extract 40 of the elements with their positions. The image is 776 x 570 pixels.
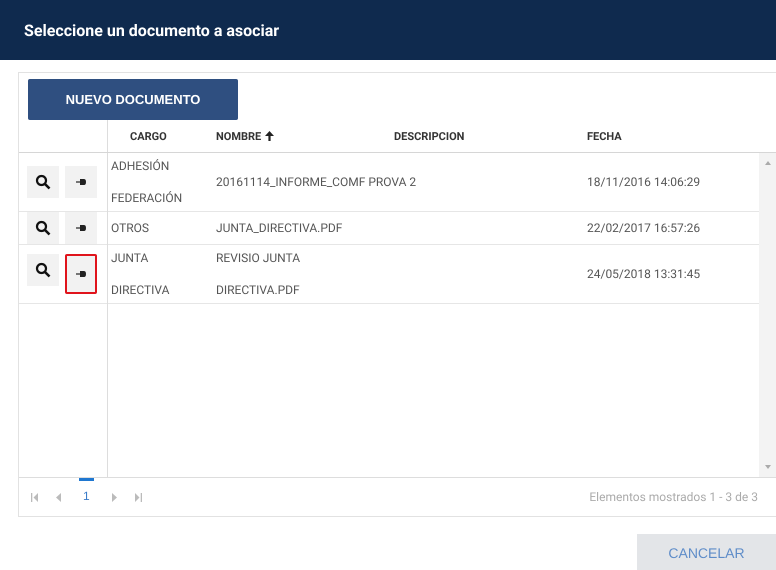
sort-ascending-icon	[265, 131, 274, 141]
table-cell: JUNTA	[111, 251, 148, 265]
items-summary: Elementos mostrados 1 - 3 de 3	[589, 490, 759, 504]
pin-icon	[76, 178, 86, 186]
search-icon	[35, 220, 51, 236]
new-document-button[interactable]: NUEVO DOCUMENTO	[28, 79, 238, 120]
pin-icon	[76, 270, 86, 278]
table-cell: REVISIO JUNTA	[216, 251, 300, 265]
page-button[interactable]: 1	[79, 478, 94, 510]
attach-button[interactable]	[65, 166, 97, 198]
previous-page-icon	[56, 492, 61, 502]
last-page-icon	[134, 492, 142, 502]
table-cell: 18/11/2016 14:06:29	[587, 175, 700, 189]
view-button[interactable]	[27, 254, 59, 286]
table-cell: DIRECTIVA	[111, 283, 170, 297]
table-cell: DIRECTIVA.PDF	[216, 283, 300, 297]
scrollbar[interactable]	[759, 153, 776, 477]
view-button[interactable]	[27, 212, 59, 244]
table-cell: 20161114_INFORME_COMF PROVA 2	[216, 175, 416, 189]
table-cell: ADHESIÓN	[111, 159, 170, 173]
attach-button[interactable]	[65, 212, 97, 244]
search-icon	[35, 174, 51, 190]
scroll-down-icon	[764, 465, 770, 469]
dialog-title: Seleccione un documento a asociar	[24, 20, 280, 40]
scroll-up-icon	[764, 161, 770, 165]
next-page-icon	[112, 492, 117, 502]
column-header[interactable]: DESCRIPCION	[394, 130, 464, 142]
column-header[interactable]: NOMBRE	[216, 130, 274, 142]
column-header[interactable]: CARGO	[130, 130, 167, 142]
view-button[interactable]	[27, 166, 59, 198]
attach-button[interactable]	[65, 254, 97, 294]
first-page-icon	[31, 492, 38, 502]
pin-icon	[76, 224, 86, 232]
table-cell: OTROS	[111, 221, 150, 235]
table-cell: JUNTA_DIRECTIVA.PDF	[216, 221, 342, 235]
table-cell: 24/05/2018 13:31:45	[587, 267, 700, 281]
table-cell: 22/02/2017 16:57:26	[587, 221, 700, 235]
search-icon	[35, 262, 51, 278]
column-header[interactable]: FECHA	[587, 130, 622, 142]
table-cell: FEDERACIÓN	[111, 191, 182, 205]
